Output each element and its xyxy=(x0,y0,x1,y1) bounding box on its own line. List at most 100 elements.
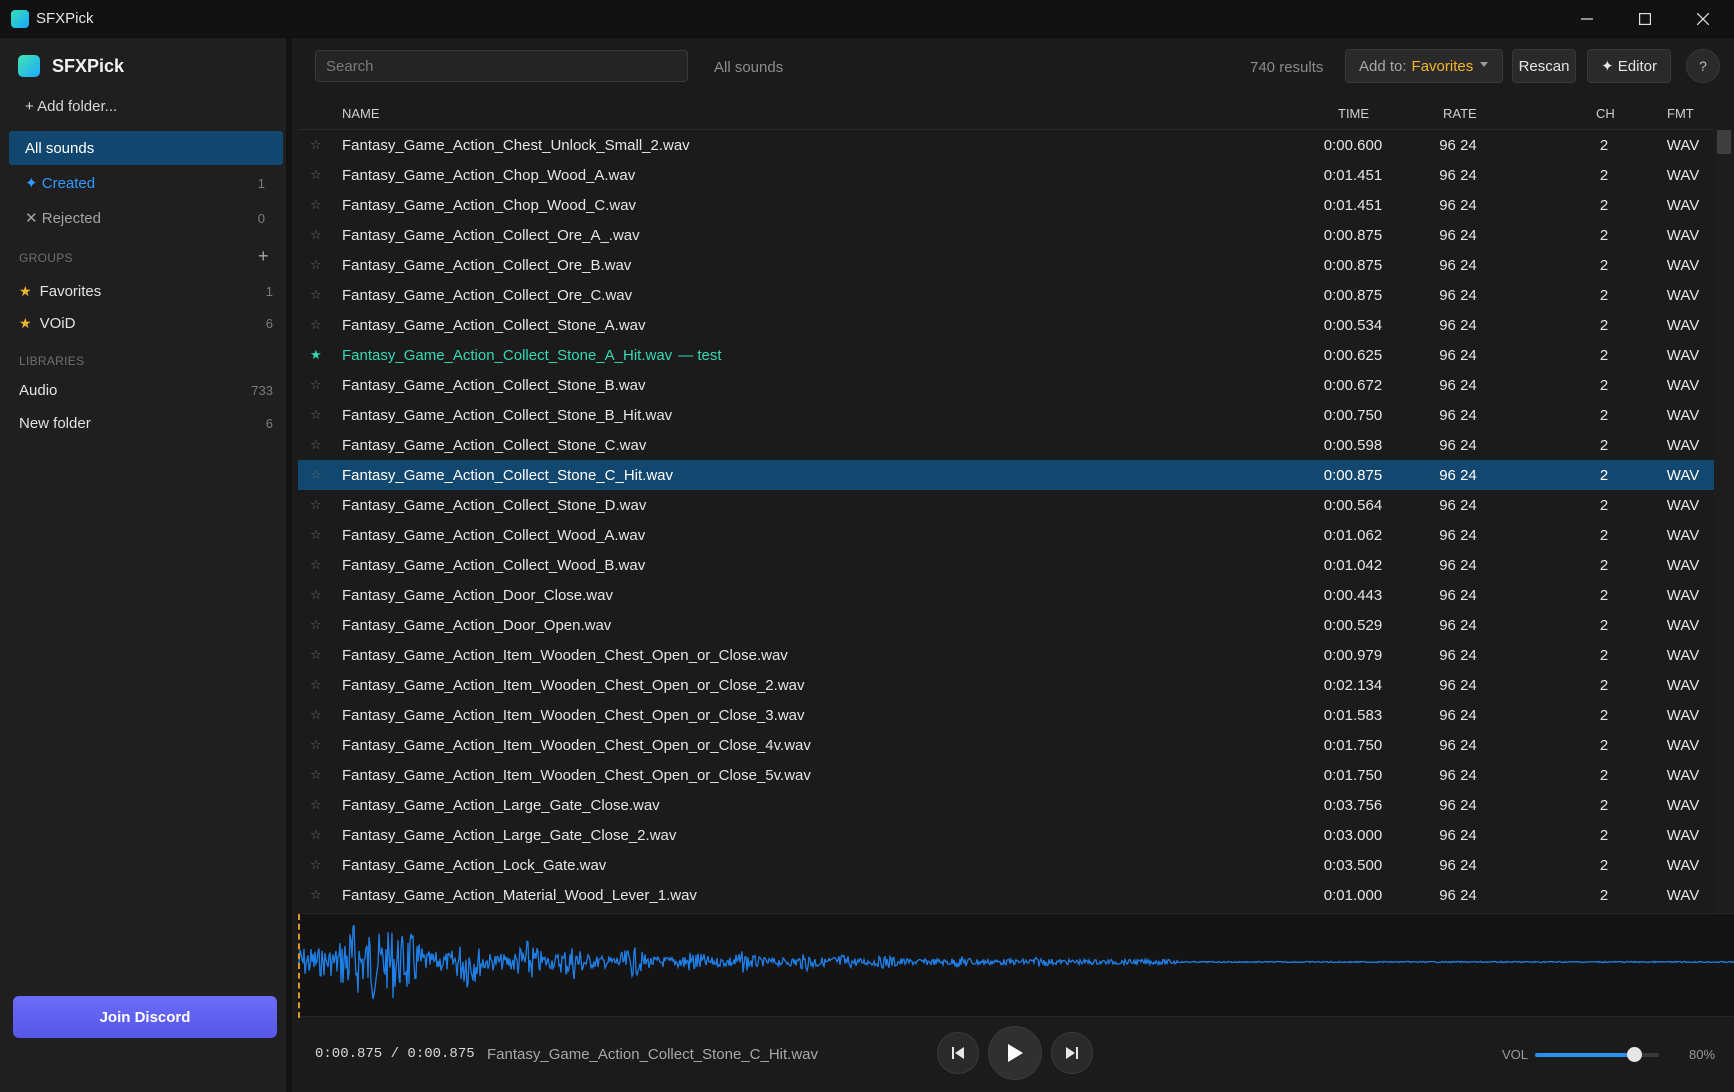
star-icon[interactable]: ☆ xyxy=(310,737,322,753)
join-discord-button[interactable]: Join Discord xyxy=(13,996,277,1038)
minimize-button[interactable] xyxy=(1558,0,1616,38)
add-group-button[interactable]: + xyxy=(258,246,269,267)
table-row[interactable]: ☆ Fantasy_Game_Action_Material_Wood_Lever… xyxy=(298,880,1714,910)
table-row[interactable]: ☆ Fantasy_Game_Action_Collect_Ore_C.wav 0:… xyxy=(298,280,1714,310)
table-row[interactable]: ☆ Fantasy_Game_Action_Collect_Stone_B.wav… xyxy=(298,370,1714,400)
maximize-icon xyxy=(1639,13,1651,25)
column-header-rate[interactable]: RATE xyxy=(1443,106,1477,121)
column-header-time[interactable]: TIME xyxy=(1338,106,1369,121)
group-item-void[interactable]: ★ VOiD 6 xyxy=(19,315,273,332)
nav-all-sounds[interactable]: All sounds xyxy=(9,131,283,165)
row-time: 0:00.875 xyxy=(1323,287,1383,304)
table-row[interactable]: ☆ Fantasy_Game_Action_Item_Wooden_Chest_O… xyxy=(298,760,1714,790)
table-row[interactable]: ☆ Fantasy_Game_Action_Large_Gate_Close.wa… xyxy=(298,790,1714,820)
table-row[interactable]: ☆ Fantasy_Game_Action_Collect_Stone_C_Hit… xyxy=(298,460,1714,490)
row-ch: 2 xyxy=(1599,827,1609,844)
star-icon[interactable]: ☆ xyxy=(310,707,322,723)
help-button[interactable]: ? xyxy=(1686,49,1720,83)
waveform-panel[interactable] xyxy=(297,913,1734,1018)
table-row[interactable]: ★ Fantasy_Game_Action_Collect_Stone_A_Hit… xyxy=(298,340,1714,370)
column-header-name[interactable]: NAME xyxy=(342,106,380,121)
star-icon[interactable]: ☆ xyxy=(310,497,322,513)
row-name: Fantasy_Game_Action_Large_Gate_Close.wav xyxy=(342,797,660,814)
star-icon[interactable]: ☆ xyxy=(310,827,322,843)
playhead-marker[interactable] xyxy=(298,914,300,1018)
star-icon[interactable]: ☆ xyxy=(310,257,322,273)
table-row[interactable]: ☆ Fantasy_Game_Action_Collect_Stone_B_Hit… xyxy=(298,400,1714,430)
star-icon[interactable]: ☆ xyxy=(310,797,322,813)
previous-button[interactable] xyxy=(937,1032,979,1074)
scrollbar-thumb[interactable] xyxy=(1717,130,1731,154)
maximize-button[interactable] xyxy=(1616,0,1674,38)
volume-knob[interactable] xyxy=(1627,1047,1643,1062)
nav-rejected[interactable]: ✕ Rejected 0 xyxy=(9,201,283,235)
table-row[interactable]: ☆ Fantasy_Game_Action_Chest_Unlock_Small_… xyxy=(298,130,1714,160)
star-icon[interactable]: ☆ xyxy=(310,437,322,453)
table-row[interactable]: ☆ Fantasy_Game_Action_Item_Wooden_Chest_O… xyxy=(298,670,1714,700)
row-time: 0:00.600 xyxy=(1323,137,1383,154)
library-item-new-folder[interactable]: New folder 6 xyxy=(19,415,273,432)
sidebar: SFXPick + Add folder... All sounds ✦ Cre… xyxy=(0,38,292,1092)
star-icon[interactable]: ☆ xyxy=(310,647,322,663)
row-file-name: Fantasy_Game_Action_Large_Gate_Close.wav xyxy=(342,797,660,814)
library-item-audio[interactable]: Audio 733 xyxy=(19,382,273,399)
star-icon[interactable]: ☆ xyxy=(310,137,322,153)
star-icon[interactable]: ☆ xyxy=(310,197,322,213)
star-icon[interactable]: ☆ xyxy=(310,677,322,693)
table-row[interactable]: ☆ Fantasy_Game_Action_Lock_Gate.wav 0:03.5… xyxy=(298,850,1714,880)
column-header-fmt[interactable]: FMT xyxy=(1667,106,1694,121)
star-icon[interactable]: ☆ xyxy=(310,467,322,483)
editor-button[interactable]: ✦ Editor xyxy=(1587,49,1671,83)
table-row[interactable]: ☆ Fantasy_Game_Action_Collect_Ore_B.wav 0:… xyxy=(298,250,1714,280)
star-icon[interactable]: ☆ xyxy=(310,407,322,423)
star-icon[interactable]: ☆ xyxy=(310,287,322,303)
star-icon[interactable]: ☆ xyxy=(310,617,322,633)
star-icon[interactable]: ☆ xyxy=(310,587,322,603)
star-icon[interactable]: ☆ xyxy=(310,857,322,873)
row-fmt: WAV xyxy=(1666,467,1700,484)
star-icon[interactable]: ☆ xyxy=(310,227,322,243)
rescan-button[interactable]: Rescan xyxy=(1512,49,1576,83)
column-header-ch[interactable]: CH xyxy=(1596,106,1615,121)
table-row[interactable]: ☆ Fantasy_Game_Action_Large_Gate_Close_2.… xyxy=(298,820,1714,850)
star-icon[interactable]: ☆ xyxy=(310,167,322,183)
group-item-favorites[interactable]: ★ Favorites 1 xyxy=(19,283,273,300)
row-file-name: Fantasy_Game_Action_Collect_Stone_B_Hit.… xyxy=(342,407,673,424)
table-row[interactable]: ☆ Fantasy_Game_Action_Item_Wooden_Chest_O… xyxy=(298,730,1714,760)
close-button[interactable] xyxy=(1674,0,1732,38)
table-row[interactable]: ☆ Fantasy_Game_Action_Collect_Stone_A.wav… xyxy=(298,310,1714,340)
star-icon[interactable]: ☆ xyxy=(310,317,322,333)
row-rate: 96 24 xyxy=(1439,467,1477,484)
table-row[interactable]: ☆ Fantasy_Game_Action_Item_Wooden_Chest_O… xyxy=(298,640,1714,670)
table-row[interactable]: ☆ Fantasy_Game_Action_Door_Open.wav 0:00.5… xyxy=(298,610,1714,640)
next-button[interactable] xyxy=(1051,1032,1093,1074)
play-button[interactable] xyxy=(988,1026,1042,1080)
table-row[interactable]: ☆ Fantasy_Game_Action_Collect_Wood_B.wav 0… xyxy=(298,550,1714,580)
search-input[interactable] xyxy=(315,50,688,82)
table-row[interactable]: ☆ Fantasy_Game_Action_Item_Wooden_Chest_O… xyxy=(298,700,1714,730)
table-row[interactable]: ☆ Fantasy_Game_Action_Door_Close.wav 0:00.… xyxy=(298,580,1714,610)
star-icon[interactable]: ★ xyxy=(310,347,322,363)
table-row[interactable]: ☆ Fantasy_Game_Action_Chop_Wood_A.wav 0:01… xyxy=(298,160,1714,190)
table-row[interactable]: ☆ Fantasy_Game_Action_Chop_Wood_C.wav 0:01… xyxy=(298,190,1714,220)
volume-slider[interactable] xyxy=(1535,1047,1659,1062)
row-file-name: Fantasy_Game_Action_Collect_Wood_A.wav xyxy=(342,527,646,544)
row-name: Fantasy_Game_Action_Collect_Wood_B.wav xyxy=(342,557,645,574)
row-file-name: Fantasy_Game_Action_Collect_Wood_B.wav xyxy=(342,557,646,574)
add-to-dropdown[interactable]: Add to: Favorites xyxy=(1345,49,1503,83)
table-row[interactable]: ☆ Fantasy_Game_Action_Collect_Stone_C.wav… xyxy=(298,430,1714,460)
table-row[interactable]: ☆ Fantasy_Game_Action_Collect_Stone_D.wav… xyxy=(298,490,1714,520)
table-row[interactable]: ☆ Fantasy_Game_Action_Collect_Ore_A_.wav 0… xyxy=(298,220,1714,250)
row-fmt: WAV xyxy=(1666,437,1700,454)
star-icon[interactable]: ☆ xyxy=(310,557,322,573)
add-folder-button[interactable]: + Add folder... xyxy=(25,98,117,115)
star-icon[interactable]: ☆ xyxy=(310,887,322,903)
waveform[interactable] xyxy=(297,914,1734,1018)
star-icon[interactable]: ☆ xyxy=(310,377,322,393)
table-row[interactable]: ☆ Fantasy_Game_Action_Collect_Wood_A.wav 0… xyxy=(298,520,1714,550)
list-scrollbar[interactable] xyxy=(1714,130,1734,913)
star-icon[interactable]: ☆ xyxy=(310,767,322,783)
star-icon[interactable]: ☆ xyxy=(310,527,322,543)
nav-created[interactable]: ✦ Created 1 xyxy=(9,166,283,200)
row-name: Fantasy_Game_Action_Chop_Wood_A.wav xyxy=(342,167,635,184)
